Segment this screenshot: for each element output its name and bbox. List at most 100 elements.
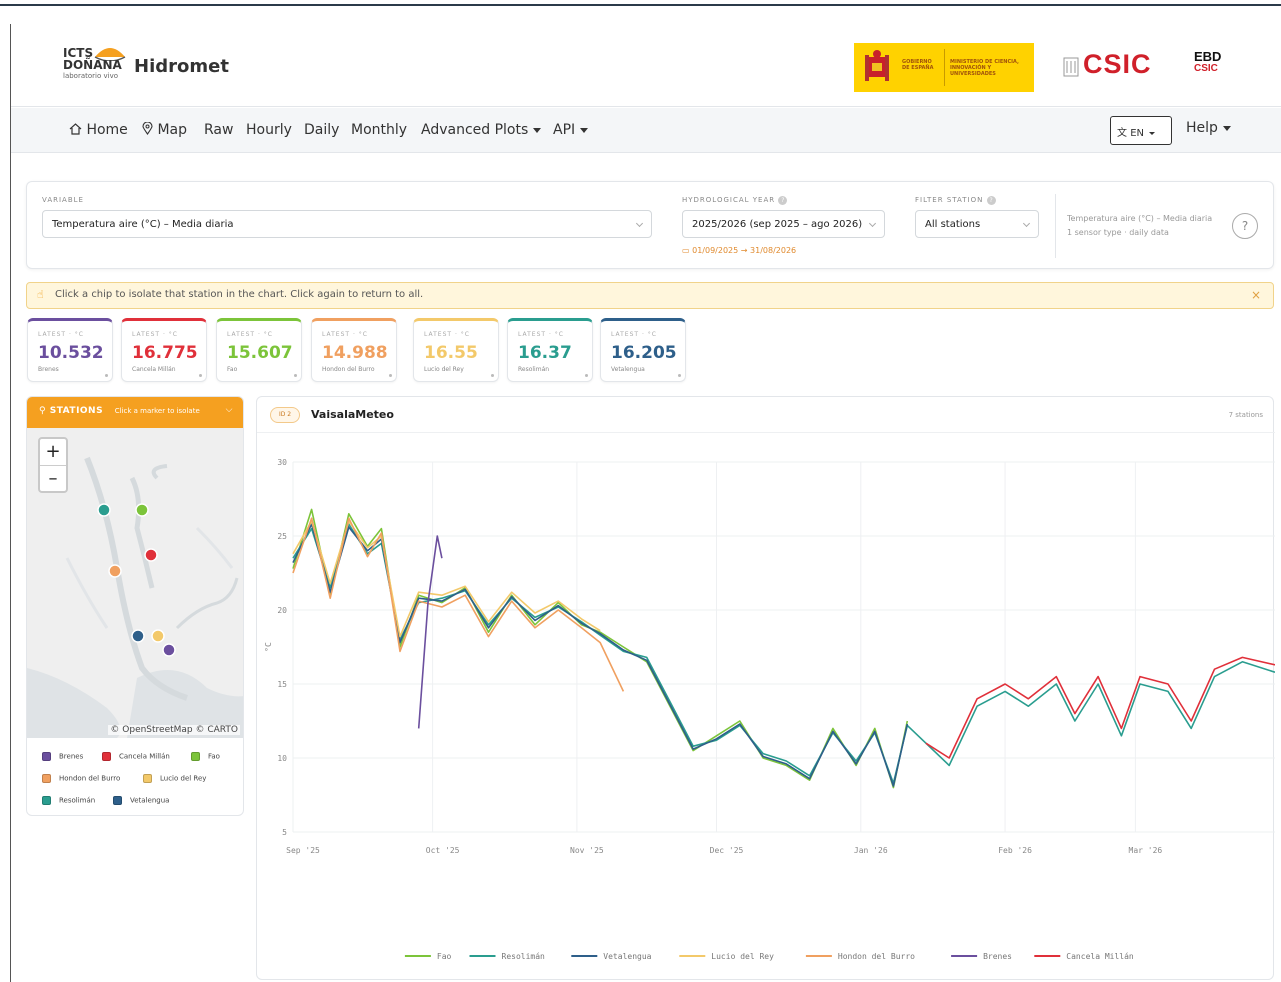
station-chip[interactable]: LATEST · °C 16.37 Resolimán: [507, 318, 593, 382]
help-menu[interactable]: Help: [1186, 120, 1231, 136]
legend-swatch: [143, 774, 152, 783]
legend-label: Vetalengua: [603, 952, 651, 961]
station-chip[interactable]: LATEST · °C 16.775 Cancela Millán: [121, 318, 207, 382]
calendar-icon: ▭: [682, 246, 690, 255]
station-chip[interactable]: LATEST · °C 14.988 Hondon del Burro: [311, 318, 397, 382]
gov-right-text: MINISTERIO DE CIENCIA, INNOVACIÓN Y UNIV…: [950, 59, 1019, 77]
question-icon[interactable]: ?: [1232, 213, 1258, 239]
nav-hourly[interactable]: Hourly: [246, 122, 292, 138]
chip-value: 16.37: [518, 343, 572, 363]
legend-label: Fao: [437, 952, 452, 961]
stations-subtitle: Click a marker to isolate: [114, 407, 200, 415]
nav-map-label: Map: [157, 122, 187, 138]
chip-indicator: [294, 374, 297, 377]
chip-station-name: Lucio del Rey: [424, 366, 464, 373]
translate-icon: 文: [1117, 128, 1127, 139]
stations-header[interactable]: ⚲ STATIONS Click a marker to isolate ⌵: [27, 397, 243, 428]
chevron-down-icon: [1222, 125, 1231, 131]
station-select[interactable]: All stations: [915, 210, 1039, 238]
legend-item[interactable]: Fao: [191, 752, 220, 761]
filter-card: VARIABLE Temperatura aire (°C) – Media d…: [26, 181, 1274, 269]
series-line-resolim-n[interactable]: [292, 523, 1275, 784]
legend-label: Resolimán: [59, 796, 96, 805]
chip-label: LATEST · °C: [38, 331, 84, 338]
y-tick-label: 25: [277, 532, 287, 541]
nav-monthly[interactable]: Monthly: [351, 122, 407, 138]
language-label: EN: [1130, 128, 1144, 139]
map-pin-icon: [142, 121, 153, 135]
legend-item[interactable]: Brenes: [42, 752, 83, 761]
chip-label: LATEST · °C: [518, 331, 564, 338]
gov-left-text: GOBIERNO DE ESPAÑA: [902, 59, 934, 71]
nav-api-label: API: [553, 122, 576, 138]
legend-label: Vetalengua: [130, 796, 170, 805]
nav-daily[interactable]: Daily: [304, 122, 339, 138]
chip-label: LATEST · °C: [424, 331, 470, 338]
hand-pointer-icon: ☝: [37, 288, 44, 301]
app-title: Hidromet: [134, 56, 229, 77]
chart-panel: ID 2 VaisalaMeteo 7 stations 5 10 15 20 25 30…: [256, 396, 1275, 980]
location-pin-icon: ⚲: [39, 406, 47, 416]
nav-advanced-label: Advanced Plots: [421, 122, 529, 138]
chip-value: 16.205: [611, 343, 677, 363]
series-line-brenes[interactable]: [417, 535, 443, 729]
legend-item[interactable]: Cancela Millán: [102, 752, 170, 761]
legend-label: Brenes: [983, 952, 1012, 961]
home-icon: [69, 123, 82, 135]
chart-title: VaisalaMeteo: [311, 408, 394, 421]
icts-logo[interactable]: ICTS DOÑANA laboratorio vivo: [63, 43, 133, 95]
station-chip[interactable]: LATEST · °C 15.607 Fao: [216, 318, 302, 382]
chip-station-name: Brenes: [38, 366, 59, 373]
logo-line2: DOÑANA: [63, 58, 122, 72]
zoom-out-button[interactable]: –: [40, 465, 66, 491]
x-tick-label: Nov '25: [570, 846, 604, 855]
map-attribution: © OpenStreetMap © CARTO: [108, 725, 240, 735]
site-header: ICTS DOÑANA laboratorio vivo Hidromet GO…: [11, 27, 1281, 107]
legend-item[interactable]: Hondon del Burro: [42, 774, 120, 783]
logo-sub: laboratorio vivo: [63, 72, 118, 80]
station-map[interactable]: + – © OpenStreetMap © CARTO: [27, 428, 243, 738]
chip-station-name: Resolimán: [518, 366, 550, 373]
x-tick-label: Dec '25: [710, 846, 744, 855]
chip-station-name: Fao: [227, 366, 238, 373]
language-button[interactable]: 文 EN: [1110, 116, 1172, 145]
station-chip[interactable]: LATEST · °C 16.205 Vetalengua: [600, 318, 686, 382]
nav-api[interactable]: API: [553, 122, 589, 138]
series-line-fao[interactable]: [292, 508, 909, 789]
nav-raw[interactable]: Raw: [204, 122, 233, 138]
ebd-logo[interactable]: EBD CSIC: [1194, 49, 1222, 75]
nav-map[interactable]: Map: [142, 121, 187, 138]
hydro-year-select[interactable]: 2025/2026 (sep 2025 – ago 2026): [682, 210, 885, 238]
stations-panel: ⚲ STATIONS Click a marker to isolate ⌵ +…: [26, 396, 244, 816]
nav-advanced-plots[interactable]: Advanced Plots: [421, 122, 542, 138]
variable-select[interactable]: Temperatura aire (°C) – Media diaria: [42, 210, 652, 238]
series-line-hondon-del-burro[interactable]: [292, 517, 625, 692]
stations-title: STATIONS: [49, 406, 104, 416]
chevron-down-icon: [580, 127, 589, 133]
legend-label: Brenes: [59, 752, 84, 761]
legend-item[interactable]: Resolimán: [42, 796, 95, 805]
chevron-down-icon: ⌵: [225, 405, 233, 415]
chip-station-name: Hondon del Burro: [322, 366, 375, 373]
series-line-vetalengua[interactable]: [292, 523, 909, 787]
chip-station-name: Cancela Millán: [132, 366, 176, 373]
close-icon[interactable]: ×: [1251, 288, 1261, 302]
temperature-chart[interactable]: 5 10 15 20 25 30 Sep '25 Oct '25 Nov '25 Dec '25 J…: [257, 434, 1275, 980]
station-chip[interactable]: LATEST · °C 10.532 Brenes: [27, 318, 113, 382]
legend-item[interactable]: Vetalengua: [113, 796, 169, 805]
ebd-text: EBD: [1194, 49, 1222, 64]
legend-item[interactable]: Lucio del Rey: [143, 774, 206, 783]
series-line-lucio-del-rey[interactable]: [292, 520, 601, 638]
csic-logo[interactable]: CSIC: [1083, 49, 1152, 80]
chip-label: LATEST · °C: [132, 331, 178, 338]
chevron-down-icon: [868, 219, 877, 228]
legend-swatch: [42, 774, 51, 783]
zoom-in-button[interactable]: +: [40, 439, 66, 465]
coat-of-arms-icon: [865, 50, 889, 81]
nav-home[interactable]: Home: [69, 122, 128, 138]
legend-label: Resolimán: [502, 952, 546, 961]
y-tick-label: 15: [277, 680, 287, 689]
station-chip[interactable]: LATEST · °C 16.55 Lucio del Rey: [413, 318, 499, 382]
legend-label: Cancela Millán: [1066, 952, 1134, 961]
chip-indicator: [105, 374, 108, 377]
